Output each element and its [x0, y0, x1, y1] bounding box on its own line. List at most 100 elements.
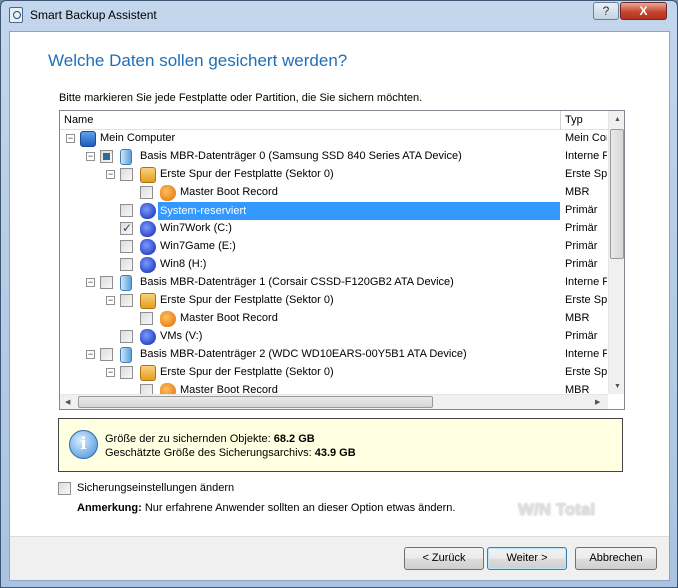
tree-row[interactable]: − Mein Computer Mein Computer — [60, 130, 608, 148]
title-bar[interactable]: Smart Backup Assistent ? X — [1, 1, 677, 31]
disk-icon — [120, 149, 132, 165]
close-button[interactable]: X — [620, 2, 667, 20]
object-size-label: Größe der zu sichernden Objekte: — [105, 433, 271, 445]
window-title: Smart Backup Assistent — [30, 8, 157, 22]
tree-checkbox[interactable] — [120, 366, 133, 379]
tree-row[interactable]: Master Boot Record MBR — [60, 310, 608, 328]
tree-checkbox[interactable] — [100, 348, 113, 361]
part-icon — [140, 329, 156, 345]
mbr-icon — [160, 185, 176, 201]
tree-row[interactable]: − Basis MBR-Datenträger 1 (Corsair CSSD-F… — [60, 274, 608, 292]
tree-row-label: Basis MBR-Datenträger 2 (WDC WD10EARS-00… — [140, 348, 467, 360]
change-settings-checkbox[interactable] — [58, 482, 71, 495]
note-text: Anmerkung: Nur erfahrene Anwender sollte… — [77, 502, 455, 514]
tree-row[interactable]: − Erste Spur der Festplatte (Sektor 0) Ers… — [60, 166, 608, 184]
track-icon — [140, 293, 156, 309]
collapse-icon[interactable]: − — [86, 278, 95, 287]
tree-row-type: Primär — [565, 222, 598, 234]
column-header-type[interactable]: Typ — [565, 114, 583, 126]
dialog-window: Smart Backup Assistent ? X Welche Daten … — [0, 0, 678, 588]
tree-row-type: Mein Computer — [565, 132, 607, 144]
tree-row[interactable]: Win7Game (E:) Primär — [60, 238, 608, 256]
mbr-icon — [160, 383, 176, 394]
scroll-left-arrow-icon[interactable]: ◀ — [65, 398, 70, 406]
horizontal-scroll-thumb[interactable] — [78, 396, 433, 408]
vertical-scroll-thumb[interactable] — [610, 129, 624, 259]
change-settings-label[interactable]: Sicherungseinstellungen ändern — [77, 482, 234, 494]
tree-row[interactable]: Master Boot Record MBR — [60, 382, 608, 394]
disk-icon — [120, 347, 132, 363]
tree-row[interactable]: − Basis MBR-Datenträger 2 (WDC WD10EARS-0… — [60, 346, 608, 364]
tree-checkbox[interactable] — [120, 330, 133, 343]
column-header-name[interactable]: Name — [64, 114, 93, 126]
tree-row-type: Erste Spur — [565, 294, 607, 306]
object-size-value: 68.2 GB — [273, 433, 315, 445]
tree-row[interactable]: VMs (V:) Primär — [60, 328, 608, 346]
watermark-logo: W/N Total — [518, 500, 596, 519]
tree-row[interactable]: − Basis MBR-Datenträger 0 (Samsung SSD 84… — [60, 148, 608, 166]
tree-row-type: MBR — [565, 384, 590, 394]
horizontal-scrollbar[interactable]: ◀ ▶ — [60, 394, 608, 409]
tree-checkbox[interactable] — [100, 150, 113, 163]
collapse-icon[interactable]: − — [86, 152, 95, 161]
wizard-content: Welche Daten sollen gesichert werden? Bi… — [9, 31, 670, 581]
help-button[interactable]: ? — [593, 2, 619, 20]
cancel-button[interactable]: Abbrechen — [575, 547, 657, 570]
tree-checkbox[interactable] — [140, 186, 153, 199]
tree-checkbox[interactable] — [140, 312, 153, 325]
tree-row[interactable]: − Erste Spur der Festplatte (Sektor 0) Ers… — [60, 292, 608, 310]
tree-row[interactable]: Win8 (H:) Primär — [60, 256, 608, 274]
list-header: Name Typ — [60, 111, 608, 130]
tree-row-label: Mein Computer — [100, 132, 176, 144]
tree-row-type: Interne Festplatte — [565, 348, 607, 360]
button-bar: < Zurück Weiter > Abbrechen — [10, 536, 669, 580]
note-body: Nur erfahrene Anwender sollten an dieser… — [144, 502, 456, 514]
archive-size-label: Geschätzte Größe des Sicherungsarchivs: — [105, 447, 312, 459]
tree-row-type: Primär — [565, 240, 598, 252]
tree-row-label: Erste Spur der Festplatte (Sektor 0) — [160, 366, 334, 378]
tree-checkbox[interactable] — [120, 204, 133, 217]
tree-row[interactable]: − Erste Spur der Festplatte (Sektor 0) Ers… — [60, 364, 608, 382]
tree-row-label: Master Boot Record — [180, 384, 278, 394]
tree-checkbox[interactable] — [100, 276, 113, 289]
collapse-icon[interactable]: − — [86, 350, 95, 359]
app-icon — [9, 7, 23, 23]
tree-row-type: Primär — [565, 204, 598, 216]
collapse-icon[interactable]: − — [106, 296, 115, 305]
tree-row-type: MBR — [565, 312, 590, 324]
vertical-scrollbar[interactable]: ▲ ▼ — [608, 111, 624, 394]
info-icon: i — [69, 430, 98, 459]
tree-row[interactable]: Win7Work (C:) Primär — [60, 220, 608, 238]
tree-row-label: Basis MBR-Datenträger 1 (Corsair CSSD-F1… — [140, 276, 454, 288]
tree-checkbox[interactable] — [120, 258, 133, 271]
track-icon — [140, 365, 156, 381]
tree-checkbox[interactable] — [120, 221, 133, 235]
scroll-up-arrow-icon[interactable]: ▲ — [614, 116, 621, 123]
part-icon — [140, 257, 156, 273]
tree-row-type: Interne Festplatte — [565, 150, 607, 162]
tree-row-type: Interne Festplatte — [565, 276, 607, 288]
tree-rows: −Mein ComputerMein Computer−Basis MBR-Da… — [60, 130, 608, 394]
computer-icon — [80, 131, 96, 147]
tree-row-type: Primär — [565, 258, 598, 270]
collapse-icon[interactable]: − — [106, 170, 115, 179]
tree-row-type: MBR — [565, 186, 590, 198]
tree-row[interactable]: Master Boot Record MBR — [60, 184, 608, 202]
tree-row-label: Master Boot Record — [180, 186, 278, 198]
tree-row-type: Erste Spur — [565, 168, 607, 180]
tree-row[interactable]: System-reserviert Primär — [60, 202, 608, 220]
tree-row-label: System-reserviert — [158, 202, 560, 220]
column-separator[interactable] — [560, 111, 561, 130]
disk-tree-list[interactable]: Name Typ −Mein ComputerMein Computer−Bas… — [59, 110, 625, 410]
collapse-icon[interactable]: − — [106, 368, 115, 377]
tree-checkbox[interactable] — [140, 384, 153, 394]
back-button[interactable]: < Zurück — [404, 547, 484, 570]
archive-size-value: 43.9 GB — [314, 447, 356, 459]
tree-checkbox[interactable] — [120, 240, 133, 253]
scroll-right-arrow-icon[interactable]: ▶ — [595, 398, 600, 406]
collapse-icon[interactable]: − — [66, 134, 75, 143]
next-button[interactable]: Weiter > — [487, 547, 567, 570]
scroll-down-arrow-icon[interactable]: ▼ — [614, 383, 621, 390]
tree-checkbox[interactable] — [120, 168, 133, 181]
tree-checkbox[interactable] — [120, 294, 133, 307]
